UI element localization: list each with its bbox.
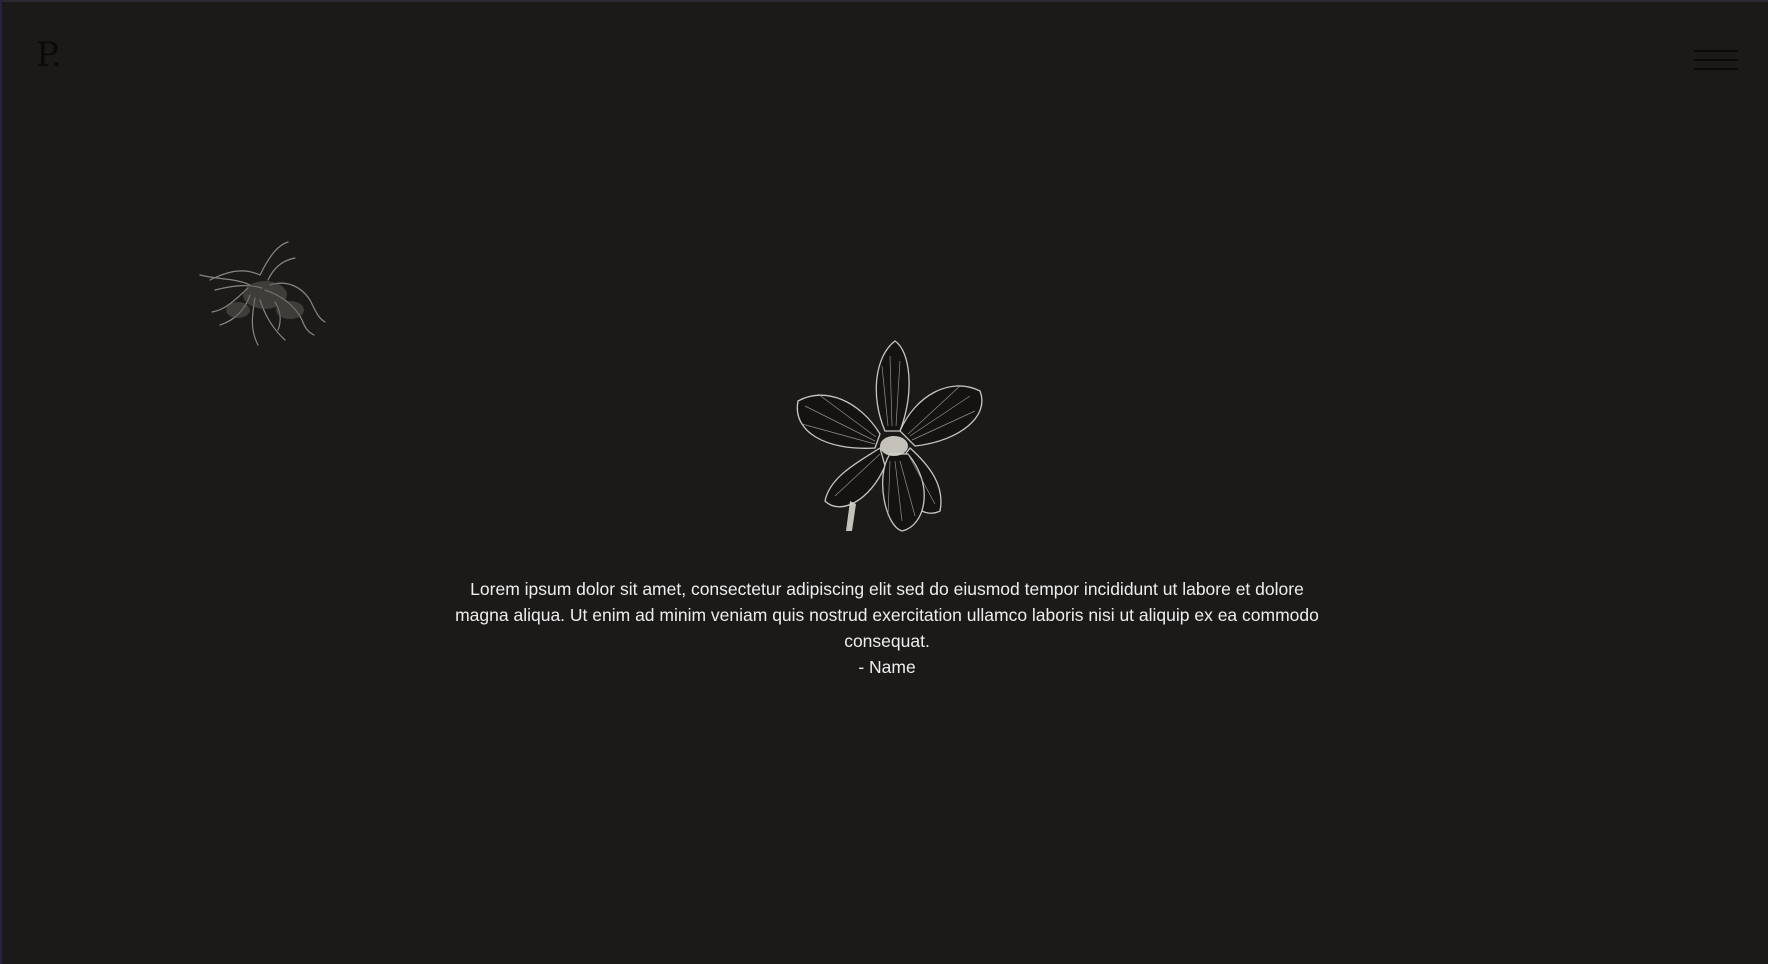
left-border	[0, 0, 2, 964]
hamburger-menu-icon[interactable]	[1694, 48, 1738, 72]
testimonial: Lorem ipsum dolor sit amet, consectetur …	[450, 576, 1324, 680]
testimonial-author: - Name	[858, 657, 916, 677]
site-logo[interactable]: P.	[36, 38, 62, 72]
orchid-flower-icon	[796, 340, 983, 532]
lily-flower-icon	[199, 241, 326, 346]
testimonial-quote: Lorem ipsum dolor sit amet, consectetur …	[455, 579, 1319, 651]
top-border	[0, 0, 1768, 2]
